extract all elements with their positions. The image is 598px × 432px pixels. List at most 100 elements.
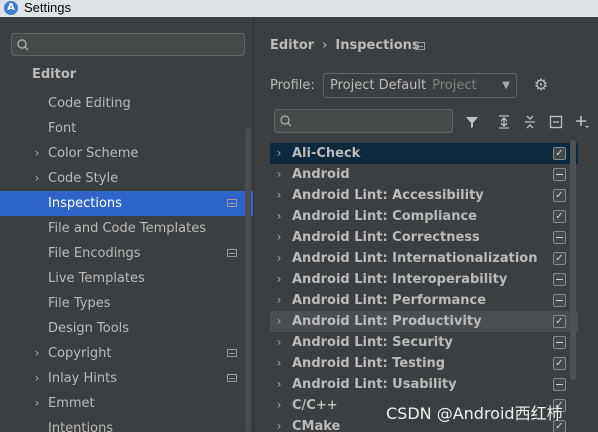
chevron-right-icon[interactable]: › <box>274 374 284 395</box>
sidebar-item-label: File Encodings <box>48 246 141 261</box>
sidebar-item-file-encodings[interactable]: File Encodings <box>0 241 253 266</box>
chevron-right-icon[interactable]: › <box>32 341 42 366</box>
sidebar-item-inspections[interactable]: Inspections <box>0 191 253 216</box>
sidebar-item-label: File Types <box>48 296 111 311</box>
tree-row[interactable]: › Android Lint: Security <box>270 332 578 353</box>
checkbox[interactable]: ✓ <box>553 315 566 328</box>
sidebar-scrollbar[interactable] <box>245 127 251 432</box>
tree-row[interactable]: › Ali-Check ✓ <box>270 143 578 164</box>
tree-row-label: Android Lint: Performance <box>292 293 487 308</box>
chevron-right-icon[interactable]: › <box>274 395 284 416</box>
chevron-right-icon[interactable]: › <box>274 290 284 311</box>
chevron-down-icon: ▼ <box>502 80 510 91</box>
chevron-right-icon[interactable]: › <box>32 141 42 166</box>
tree-row[interactable]: › Android Lint: Interoperability <box>270 269 578 290</box>
partial-checkbox[interactable] <box>553 294 566 307</box>
breadcrumb-current: Inspections <box>335 38 420 53</box>
chevron-right-icon[interactable]: › <box>274 248 284 269</box>
sidebar-item-file-and-code-templates[interactable]: File and Code Templates <box>0 216 253 241</box>
sidebar-item-copyright[interactable]: › Copyright <box>0 341 253 366</box>
sidebar-item-label: Live Templates <box>48 271 145 286</box>
sidebar-item-label: Color Scheme <box>48 146 139 161</box>
sidebar-item-code-editing[interactable]: Code Editing <box>0 91 253 116</box>
tree-row[interactable]: › Android Lint: Performance <box>270 290 578 311</box>
chevron-right-icon[interactable]: › <box>274 143 284 164</box>
breadcrumb-separator: › <box>322 38 328 53</box>
sidebar-item-label: Inlay Hints <box>48 371 117 386</box>
checkbox[interactable]: ✓ <box>553 357 566 370</box>
expand-all-icon[interactable] <box>494 112 514 132</box>
reset-icon[interactable] <box>546 112 566 132</box>
partial-checkbox[interactable] <box>553 231 566 244</box>
collapse-all-icon[interactable] <box>520 112 540 132</box>
tree-row[interactable]: › Android Lint: Internationalization ✓ <box>270 248 578 269</box>
add-icon[interactable] <box>572 112 592 132</box>
chevron-right-icon[interactable]: › <box>274 185 284 206</box>
chevron-right-icon[interactable]: › <box>274 332 284 353</box>
inspections-search-input[interactable] <box>274 109 453 133</box>
chevron-right-icon[interactable]: › <box>32 391 42 416</box>
chevron-right-icon[interactable]: › <box>274 164 284 185</box>
sidebar-item-code-style[interactable]: › Code Style <box>0 166 253 191</box>
project-scope-icon <box>415 42 425 50</box>
chevron-right-icon[interactable]: › <box>274 227 284 248</box>
checkbox[interactable]: ✓ <box>553 252 566 265</box>
sidebar-section-editor[interactable]: Editor <box>32 67 76 82</box>
project-scope-icon <box>227 374 237 382</box>
inspections-tree[interactable]: › Ali-Check ✓ › Android › Android Lint: Access… <box>270 141 588 432</box>
settings-sidebar: Editor Code Editing Font › Color Scheme › Cod… <box>0 17 253 432</box>
profile-value: Project Default <box>330 78 427 93</box>
partial-checkbox[interactable] <box>553 378 566 391</box>
tree-row-label: Android Lint: Testing <box>292 356 446 371</box>
chevron-right-icon[interactable]: › <box>274 206 284 227</box>
title-bar: A Settings <box>0 0 598 17</box>
sidebar-item-label: Code Editing <box>48 96 131 111</box>
sidebar-item-label: Copyright <box>48 346 112 361</box>
sidebar-item-design-tools[interactable]: Design Tools <box>0 316 253 341</box>
tree-row[interactable]: › Android Lint: Testing ✓ <box>270 353 578 374</box>
chevron-right-icon[interactable]: › <box>274 269 284 290</box>
chevron-right-icon[interactable]: › <box>274 416 284 432</box>
chevron-right-icon[interactable]: › <box>32 166 42 191</box>
settings-search-input[interactable] <box>11 33 245 56</box>
tree-scrollbar[interactable] <box>570 140 576 380</box>
checkbox[interactable]: ✓ <box>553 147 566 160</box>
tree-row[interactable]: › Android Lint: Accessibility ✓ <box>270 185 578 206</box>
tree-row-label: Ali-Check <box>292 146 361 161</box>
tree-row[interactable]: › Android Lint: Correctness <box>270 227 578 248</box>
tree-row[interactable]: › Android Lint: Compliance ✓ <box>270 206 578 227</box>
partial-checkbox[interactable] <box>553 273 566 286</box>
partial-checkbox[interactable] <box>553 168 566 181</box>
watermark: CSDN @Android西红柿 <box>386 404 563 423</box>
breadcrumb-parent[interactable]: Editor <box>270 38 314 53</box>
sidebar-item-font[interactable]: Font <box>0 116 253 141</box>
chevron-right-icon[interactable]: › <box>274 353 284 374</box>
chevron-right-icon[interactable]: › <box>274 311 284 332</box>
tree-row-label: Android Lint: Internationalization <box>292 251 538 266</box>
sidebar-item-file-types[interactable]: File Types <box>0 291 253 316</box>
tree-row-label: Android Lint: Security <box>292 335 453 350</box>
tree-row[interactable]: › Android Lint: Productivity ✓ <box>270 311 578 332</box>
tree-row-label: Android Lint: Compliance <box>292 209 477 224</box>
sidebar-item-color-scheme[interactable]: › Color Scheme <box>0 141 253 166</box>
tree-row[interactable]: › Android Lint: Usability <box>270 374 578 395</box>
sidebar-item-label: File and Code Templates <box>48 221 206 236</box>
partial-checkbox[interactable] <box>553 336 566 349</box>
sidebar-item-live-templates[interactable]: Live Templates <box>0 266 253 291</box>
gear-icon[interactable]: ⚙ <box>532 76 550 94</box>
profile-dropdown[interactable]: Project Default Project ▼ <box>323 73 517 98</box>
checkbox[interactable]: ✓ <box>553 210 566 223</box>
chevron-right-icon[interactable]: › <box>32 366 42 391</box>
checkbox[interactable]: ✓ <box>553 189 566 202</box>
project-scope-icon <box>227 199 237 207</box>
tree-row-label: Android Lint: Productivity <box>292 314 482 329</box>
breadcrumb: Editor › Inspections <box>270 38 420 53</box>
sidebar-item-inlay-hints[interactable]: › Inlay Hints <box>0 366 253 391</box>
sidebar-item-intentions[interactable]: Intentions <box>0 416 253 432</box>
filter-icon[interactable] <box>462 112 482 132</box>
profile-scope: Project <box>432 78 477 93</box>
tree-row-label: Android Lint: Interoperability <box>292 272 508 287</box>
sidebar-item-emmet[interactable]: › Emmet <box>0 391 253 416</box>
tree-row[interactable]: › Android <box>270 164 578 185</box>
sidebar-item-label: Emmet <box>48 396 95 411</box>
